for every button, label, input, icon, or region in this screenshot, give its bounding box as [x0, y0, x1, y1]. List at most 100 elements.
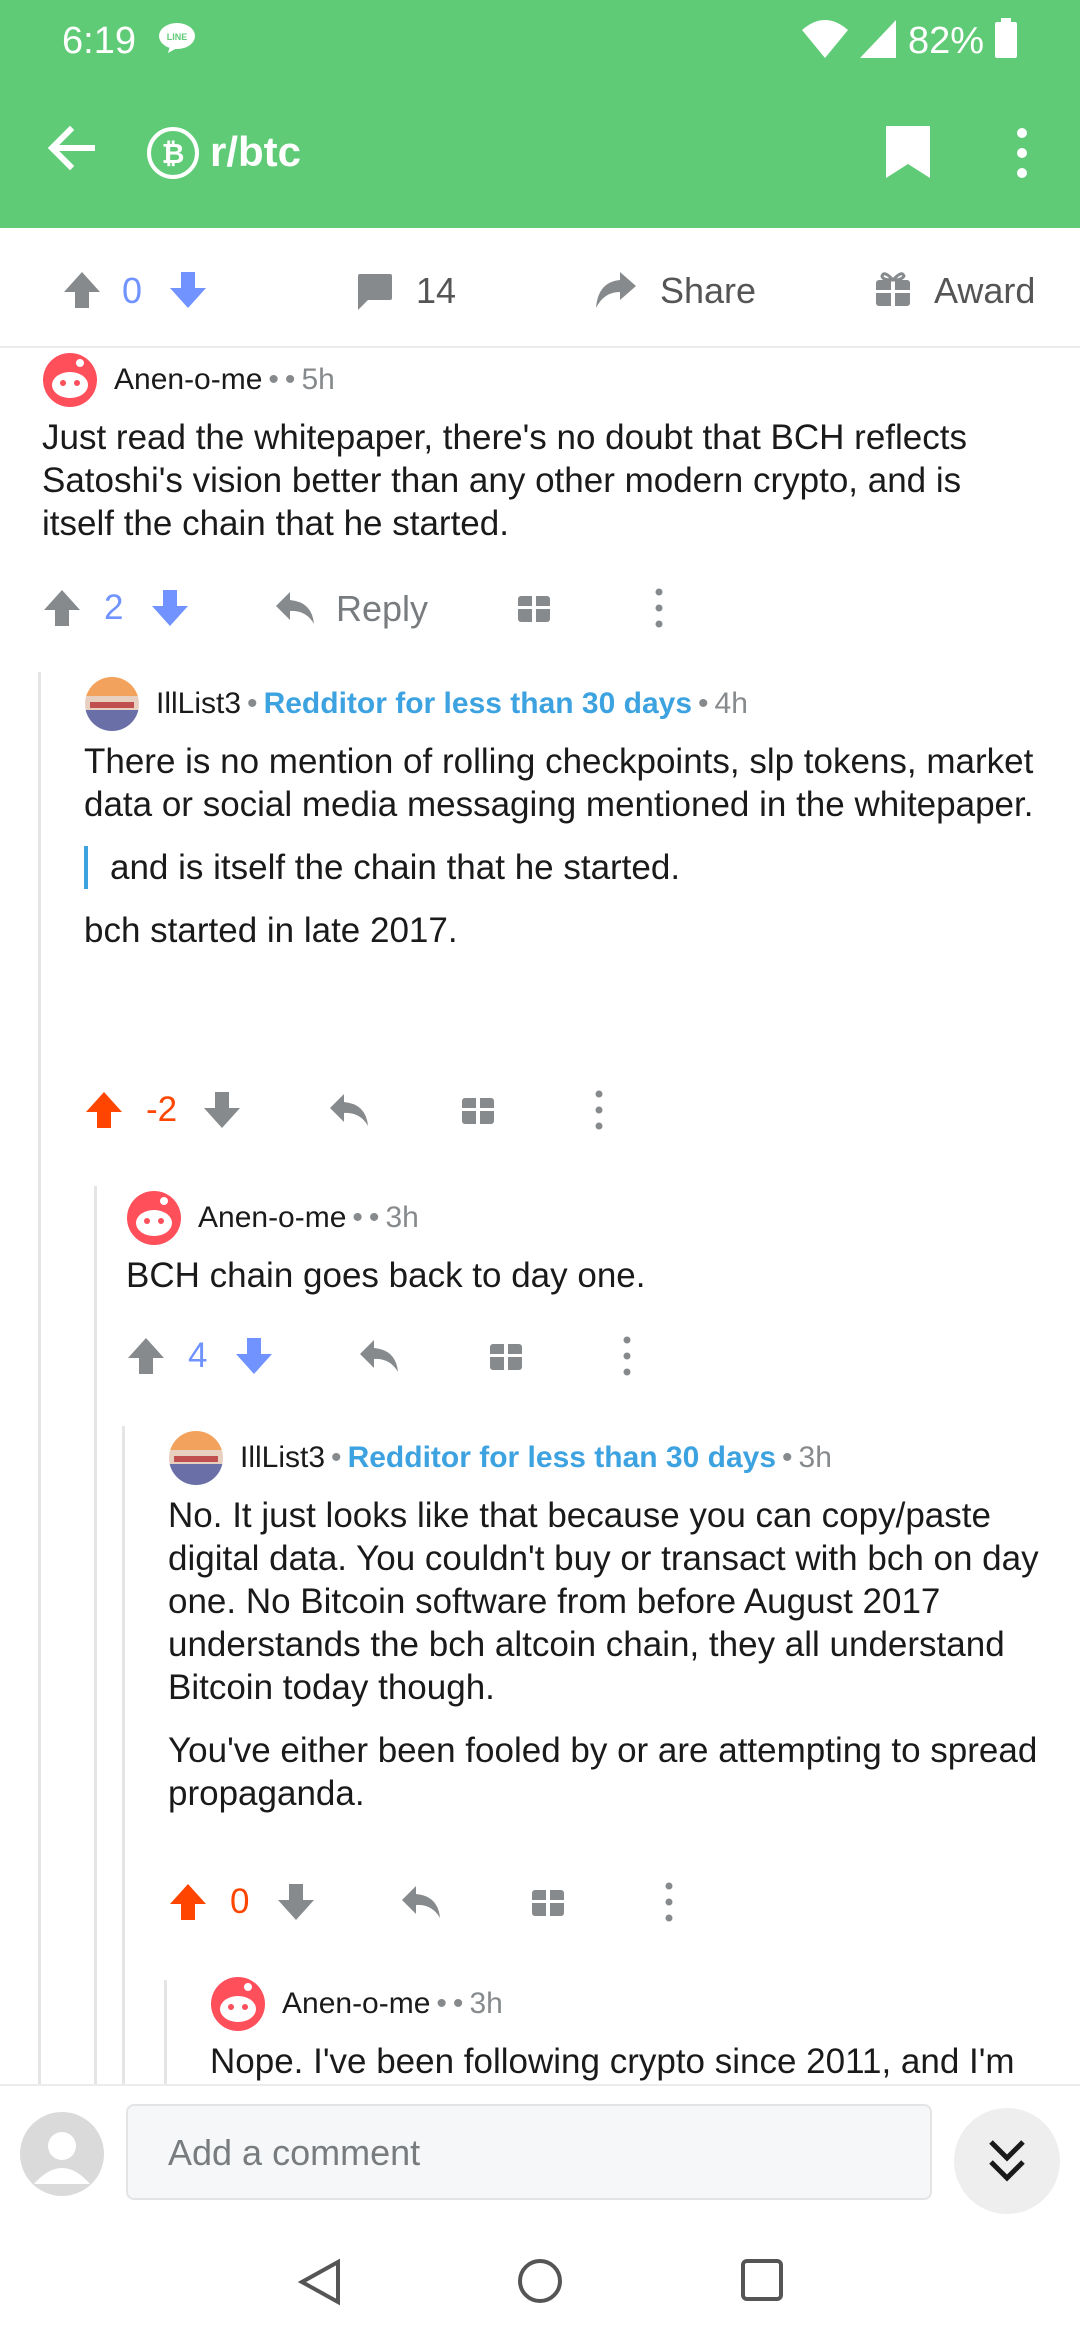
reply-button[interactable]: Reply [336, 588, 428, 630]
svg-text:LINE: LINE [167, 32, 188, 42]
thread-line-level-3[interactable] [122, 1426, 125, 2084]
comment-author[interactable]: IllList3 [156, 687, 241, 721]
comment-author[interactable]: Anen-o-me [282, 1987, 430, 2021]
comment-paragraph: Nope. I've been following crypto since 2… [210, 2042, 1015, 2081]
comment-score: 2 [104, 588, 124, 627]
next-comment-button[interactable] [954, 2108, 1060, 2214]
downvote-icon[interactable] [168, 270, 208, 310]
downvote-icon[interactable] [234, 1336, 274, 1376]
comment-score: -2 [146, 1090, 178, 1129]
comment-body: BCH chain goes back to day one. [126, 1254, 1036, 1297]
separator-dot: • [452, 1987, 464, 2020]
downvote-icon[interactable] [150, 588, 190, 628]
comment-score: 0 [230, 1882, 250, 1921]
separator-dot: • [698, 687, 709, 720]
system-nav-bar [0, 2214, 1080, 2340]
comment-actions: -2 [84, 1082, 1034, 1138]
comment-paragraph: BCH chain goes back to day one. [126, 1256, 646, 1295]
avatar[interactable] [168, 1430, 224, 1486]
downvote-icon[interactable] [276, 1882, 316, 1922]
share-icon[interactable] [594, 270, 638, 310]
user-avatar-icon[interactable] [20, 2112, 104, 2196]
separator-dot: • [368, 1201, 380, 1234]
user-flair: Redditor for less than 30 days [347, 1441, 777, 1474]
avatar[interactable] [84, 676, 140, 732]
more-vertical-icon[interactable] [1010, 126, 1034, 180]
thread-line-level-2[interactable] [94, 1186, 97, 2084]
app-header: 6:19 LINE 82% ₿ r/btc [0, 0, 1080, 228]
avatar[interactable] [210, 1976, 266, 2032]
award-button[interactable]: Award [934, 270, 1035, 312]
arrow-left-icon[interactable] [46, 122, 98, 174]
reply-icon[interactable] [400, 1882, 442, 1922]
separator-dot: • [331, 1441, 342, 1474]
comment-actions: 2 Reply [42, 580, 1042, 636]
comment-author[interactable]: Anen-o-me [198, 1201, 346, 1235]
gift-icon[interactable] [874, 270, 912, 308]
bookmark-icon[interactable] [884, 124, 932, 180]
comment-time: 3h [469, 1987, 503, 2020]
upvote-icon[interactable] [168, 1882, 208, 1922]
more-vertical-icon[interactable] [652, 586, 666, 630]
comment-count[interactable]: 14 [416, 270, 456, 312]
downvote-icon[interactable] [202, 1090, 242, 1130]
more-vertical-icon[interactable] [662, 1880, 676, 1924]
gift-icon[interactable] [488, 1336, 524, 1372]
more-vertical-icon[interactable] [620, 1334, 634, 1378]
post-score: 0 [122, 270, 143, 311]
double-chevron-down-icon [989, 2140, 1025, 2182]
avatar[interactable] [42, 352, 98, 408]
comment-icon[interactable] [354, 272, 394, 312]
upvote-icon[interactable] [62, 270, 102, 310]
comment: Anen-o-me • • 3h Nope. I've been followi… [210, 1976, 1070, 2084]
gift-icon[interactable] [530, 1882, 566, 1918]
reply-icon[interactable] [358, 1336, 400, 1376]
comment-paragraph: No. It just looks like that because you … [168, 1496, 1039, 1707]
comment-time: 3h [798, 1441, 832, 1474]
comment-paragraph: You've either been fooled by or are atte… [168, 1731, 1038, 1813]
share-button[interactable]: Share [660, 270, 756, 312]
comment-header: Anen-o-me • • 3h [210, 1976, 503, 2032]
comment-score: 4 [188, 1336, 208, 1375]
thread-line-level-1[interactable] [38, 672, 41, 2084]
comment-time: 3h [385, 1201, 419, 1234]
svg-text:₿: ₿ [162, 138, 185, 169]
nav-back-icon[interactable] [298, 2258, 342, 2306]
upvote-icon[interactable] [84, 1090, 124, 1130]
separator-dot: • [247, 687, 258, 720]
more-vertical-icon[interactable] [592, 1088, 606, 1132]
reply-icon[interactable] [328, 1090, 370, 1130]
comment-body: Nope. I've been following crypto since 2… [210, 2040, 1070, 2083]
wifi-icon [802, 20, 848, 58]
comment-header: Anen-o-me • • 3h [126, 1190, 419, 1246]
gift-icon[interactable] [460, 1090, 496, 1126]
separator-dot: • [268, 363, 279, 396]
comment-author[interactable]: Anen-o-me [114, 363, 262, 397]
battery-percent: 82% [908, 20, 985, 62]
comment-composer: Add a comment [0, 2084, 1080, 2214]
upvote-icon[interactable] [42, 588, 82, 628]
add-comment-input[interactable]: Add a comment [126, 2104, 932, 2200]
comment-header: IllList3 • Redditor for less than 30 day… [84, 676, 748, 732]
separator-dot: • [352, 1201, 363, 1234]
comment-body: No. It just looks like that because you … [168, 1494, 1068, 1815]
comment-quote: and is itself the chain that he started. [84, 846, 1034, 889]
reply-icon[interactable] [274, 588, 316, 628]
upvote-icon[interactable] [126, 1336, 166, 1376]
nav-recent-apps-icon[interactable] [740, 2258, 784, 2302]
comment-body: There is no mention of rolling checkpoin… [84, 740, 1034, 952]
subreddit-title[interactable]: r/btc [210, 128, 301, 176]
gift-icon[interactable] [516, 588, 552, 624]
thread-line-level-4[interactable] [164, 1980, 167, 2084]
comment-actions: 0 [168, 1874, 1068, 1930]
separator-dot: • [284, 363, 296, 396]
line-app-icon: LINE [159, 23, 195, 53]
status-time: 6:19 [62, 20, 136, 62]
comment-time: 5h [301, 363, 335, 396]
avatar[interactable] [126, 1190, 182, 1246]
post-action-bar: 0 14 Share Award [0, 228, 1080, 348]
nav-home-icon[interactable] [517, 2258, 563, 2304]
comment-paragraph: Just read the whitepaper, there's no dou… [42, 418, 967, 543]
comment-author[interactable]: IllList3 [240, 1441, 325, 1475]
status-bar: 6:19 LINE 82% [0, 0, 1080, 84]
